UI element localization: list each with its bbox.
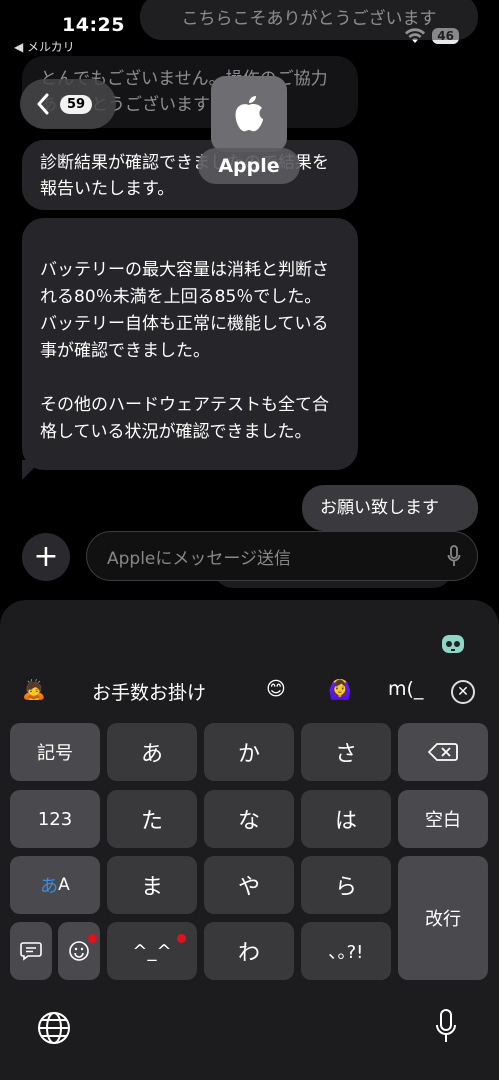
back-to-app[interactable]: ◀ メルカリ — [14, 38, 75, 55]
key-symbols[interactable]: 記号 — [10, 723, 100, 781]
key-enter[interactable]: 改行 — [398, 856, 488, 980]
backspace-icon — [428, 743, 458, 761]
candidate-item[interactable]: 🙇 — [22, 678, 46, 701]
key-ra[interactable]: ら — [301, 856, 391, 914]
outgoing-message: お願い致します — [302, 485, 478, 531]
contact-avatar[interactable] — [211, 76, 287, 152]
speech-bubble-icon — [20, 942, 42, 961]
bubble-tail — [22, 460, 42, 480]
key-input-mode[interactable]: あA — [10, 856, 100, 914]
globe-icon[interactable] — [36, 1010, 72, 1046]
microphone-icon[interactable] — [447, 545, 461, 567]
message-text: こちらこそありがとうございます — [181, 9, 437, 29]
back-button[interactable]: 59 — [20, 79, 116, 129]
smiley-icon — [69, 941, 89, 961]
key-ha[interactable]: は — [301, 790, 391, 848]
status-time: 14:25 — [62, 14, 125, 36]
key-ta[interactable]: た — [107, 790, 197, 848]
chevron-left-icon — [37, 93, 49, 115]
key-sa[interactable]: さ — [301, 723, 391, 781]
key-space[interactable]: 空白 — [398, 790, 488, 848]
message-input[interactable]: Appleにメッセージ送信 — [86, 531, 478, 581]
incoming-message: 診断結果が確認できましたので結果を報告いたします。 — [22, 140, 358, 210]
key-wa[interactable]: わ — [204, 922, 294, 980]
outgoing-message: こちらこそありがとうございます — [140, 0, 478, 40]
input-placeholder: Appleにメッセージ送信 — [107, 548, 292, 569]
key-comment[interactable] — [10, 922, 52, 980]
incoming-message: バッテリーの最大容量は消耗と判断される80％未満を上回る85％でした。 バッテリ… — [22, 218, 358, 470]
key-a[interactable]: あ — [107, 723, 197, 781]
mode-alpha-indicator: A — [58, 875, 70, 895]
key-kaomoji[interactable]: ^_^ — [107, 922, 197, 980]
notification-dot — [177, 934, 186, 943]
candidate-item[interactable]: 🙆‍♀️ — [328, 678, 352, 701]
contact-name[interactable]: Apple — [198, 148, 300, 184]
mode-hiragana-indicator: あ — [40, 876, 59, 897]
dictation-microphone-icon[interactable] — [435, 1008, 457, 1044]
notification-dot — [88, 934, 97, 943]
message-text: お願い致します — [320, 498, 439, 518]
add-attachment-button[interactable]: + — [22, 533, 70, 581]
candidate-item[interactable]: 😊 — [266, 678, 286, 700]
candidate-item[interactable]: m(_ — [388, 678, 423, 700]
unread-count-badge: 59 — [60, 94, 93, 114]
apple-logo-icon — [235, 96, 263, 132]
bot-emoji-icon[interactable] — [439, 630, 467, 658]
key-punctuation[interactable]: ､｡?! — [301, 922, 391, 980]
key-emoji[interactable] — [58, 922, 100, 980]
key-ya[interactable]: や — [204, 856, 294, 914]
candidate-bar: 🙇 お手数お掛け 😊 🙆‍♀️ m(_ ✕ — [0, 672, 499, 714]
backspace-key[interactable] — [398, 723, 488, 781]
message-text: バッテリーの最大容量は消耗と判断される80％未満を上回る85％でした。 バッテリ… — [40, 260, 329, 442]
close-candidates-icon[interactable]: ✕ — [451, 680, 475, 704]
key-ma[interactable]: ま — [107, 856, 197, 914]
candidate-item[interactable]: お手数お掛け — [92, 678, 206, 705]
key-numbers[interactable]: 123 — [10, 790, 100, 848]
key-na[interactable]: な — [204, 790, 294, 848]
key-ka[interactable]: か — [204, 723, 294, 781]
